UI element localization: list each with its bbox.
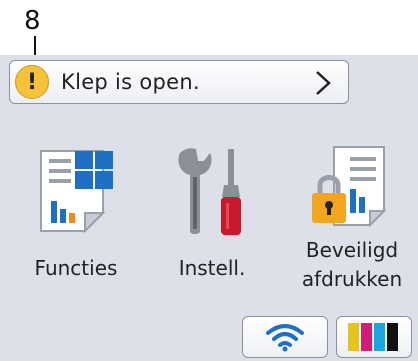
wifi-button[interactable] [242, 316, 328, 358]
functions-button[interactable]: Functies [26, 145, 126, 282]
status-bar[interactable]: ! Klep is open. [9, 60, 349, 104]
chevron-right-icon [316, 71, 331, 95]
wifi-icon [266, 324, 304, 352]
secure-print-button[interactable]: Beveiligd afdrukken [290, 145, 414, 293]
functions-icon [40, 150, 113, 234]
app-label-settings: Instell. [178, 256, 246, 280]
wrench-screwdriver-icon [178, 148, 241, 235]
app-label-secure-line1: Beveiligd [305, 238, 399, 262]
settings-button[interactable]: Instell. [164, 145, 260, 282]
warning-icon: ! [15, 65, 49, 99]
app-label-functions: Functies [34, 256, 118, 280]
ink-button[interactable] [336, 316, 412, 358]
callout-number: 8 [24, 6, 41, 36]
secure-print-icon [312, 146, 387, 228]
ink-cartridges-icon [348, 323, 398, 351]
app-label-secure-line2: afdrukken [301, 267, 403, 291]
status-message: Klep is open. [61, 70, 200, 94]
